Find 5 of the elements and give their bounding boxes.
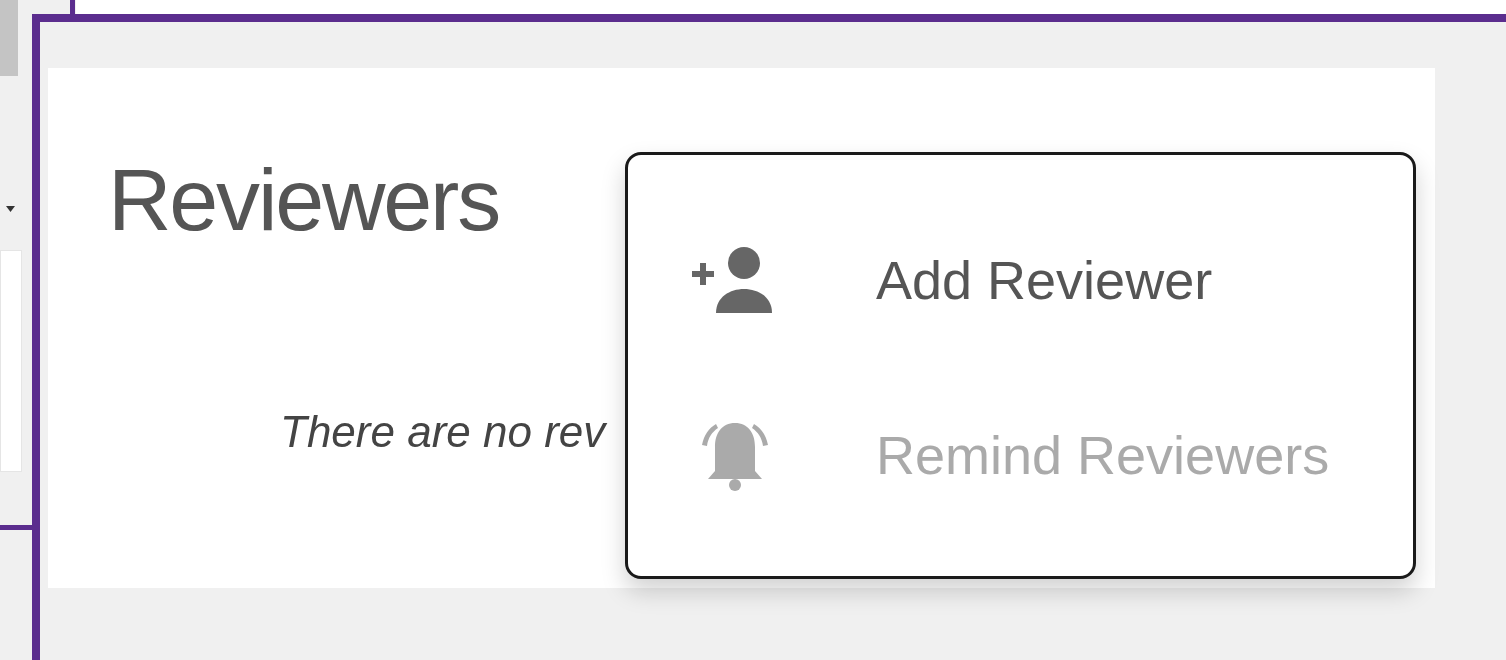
scrollbar-thumb[interactable] [0,0,18,76]
caret-icon[interactable] [6,206,15,212]
menu-item[interactable]: Add Reviewer [690,245,1413,315]
empty-message: There are no rev [280,407,606,456]
card-title: Reviewers [108,156,500,244]
